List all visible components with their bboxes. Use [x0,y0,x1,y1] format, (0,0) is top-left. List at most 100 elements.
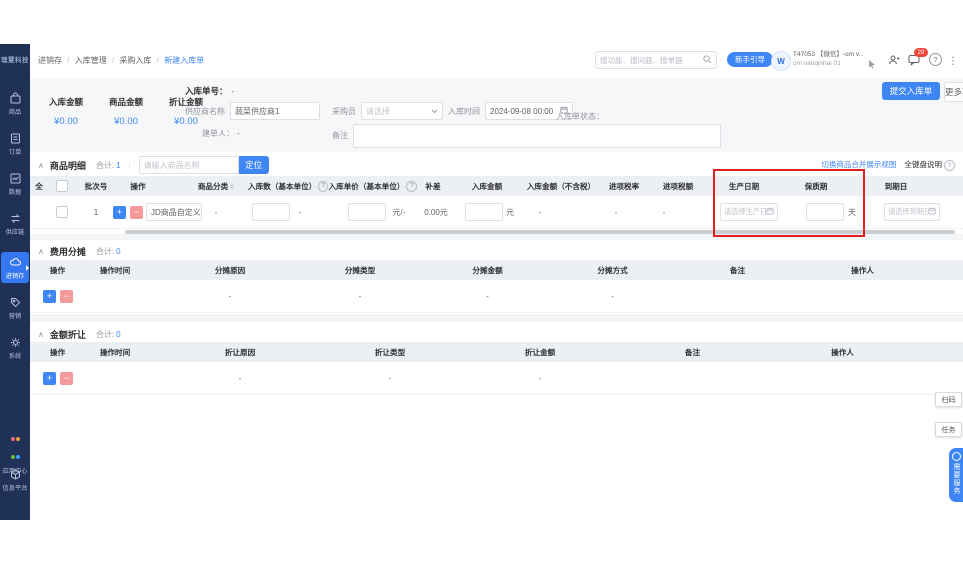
breadcrumb-item[interactable]: 采购入库 [119,56,151,65]
keyboard-help-link[interactable]: 全键盘说明 [905,160,943,169]
creator-field: 建单人： - [202,128,240,139]
prod-date-placeholder: 请选择生产日期 [724,207,766,216]
message-icon[interactable]: 29 [908,48,928,71]
locate-button[interactable]: 定位 [238,156,269,174]
sidebar-item-data[interactable]: 数据 [0,172,30,196]
order-summary-band: 入库金额 ¥0.00 商品金额 ¥0.00 折让金额 ¥0.00 入库单号： -… [30,78,963,152]
user-name: T47053 【微信】-om v... [793,51,863,58]
order-no-value: - [231,86,235,96]
subsidy-value: 0.00元 [424,207,448,217]
sidebar-item-inventory[interactable]: 进销存 [1,252,29,283]
remove-row-button[interactable]: − [60,371,73,385]
service-tab[interactable]: 需要服务 [949,448,963,502]
remark-textarea[interactable] [353,124,721,148]
prod-date-input[interactable]: 请选择生产日期 [720,203,778,221]
sidebar: 理慧科技 商品 订单 数据 供应链 进销存 营销 系统 应用中心 信息平台 [0,44,30,520]
sidebar-item-label: 供应链 [5,229,25,236]
fee-table-header: 操作 操作时间 分摊原因 分摊类型 分摊金额 分摊方式 备注 操作人 [30,260,963,280]
select-all-checkbox[interactable] [56,180,68,192]
product-section-title: 商品明细 [49,160,86,171]
sidebar-item-goods[interactable]: 商品 [0,92,30,116]
supplier-value: 蔬菜供应商1 [235,106,280,116]
sidebar-item-orders[interactable]: 订单 [0,132,30,156]
discount-reason: - [238,373,242,383]
supplier-field: 供应商名称 蔬菜供应商1 [185,102,320,120]
document-icon [0,132,30,145]
collapse-icon[interactable]: ∧ [38,161,44,170]
col-expire-date: 到期日 [884,181,908,191]
col-category[interactable]: 商品分类 [176,176,256,196]
search-placeholder: 搜功能、搜问题、搜单据 [600,55,683,65]
col-checkbox[interactable] [48,176,76,196]
more-actions-label: 更多功能 [945,87,963,97]
add-row-button[interactable]: + [43,289,56,303]
sidebar-item-system[interactable]: 系统 [0,336,30,360]
product-name-input[interactable]: JD商品自定义 [146,203,202,221]
sidebar-item-info-platform[interactable]: 信息平台 [0,468,30,492]
total-label: 合计: [95,160,115,170]
user-account: om vanqinhai 01 [793,60,841,67]
toggle-merge-view-link[interactable]: 切换商品合并展示视图 [821,160,896,169]
remove-row-button[interactable]: − [60,289,73,303]
fee-method: - [611,291,614,301]
discount-section-header: ∧ 金额折让 合计: 0 [30,324,963,344]
add-user-icon[interactable] [888,53,900,71]
col-operator: 操作人 [851,265,874,275]
qty-input[interactable] [252,203,290,221]
more-actions-button[interactable]: 更多功能 [944,82,963,102]
fee-amount: - [486,291,489,301]
collapse-icon[interactable]: ∧ [38,330,44,339]
tax-rate-value: - [614,207,618,217]
more-menu-icon[interactable]: ⋮ [948,51,958,69]
amount-input[interactable] [465,203,503,221]
col-reason: 折让原因 [224,347,256,357]
inbound-time-label: 入库时间 [448,106,480,116]
breadcrumb-item[interactable]: 进销存 [38,56,62,65]
col-remark: 备注 [729,265,746,275]
buyer-select[interactable]: 请选择 [361,102,443,120]
product-table-header: 全 批次号 操作 商品分类 入库数（基本单位）? 入库单价（基本单位）? 补差 … [30,176,963,196]
product-section-header: ∧ 商品明细 合计: 1 | 请输入商品名称 定位 切换商品合并展示视图 全键盘… [30,155,963,175]
expire-date-input[interactable]: 请选择到期日 [884,203,940,221]
sidebar-item-label: 系统 [8,353,22,360]
message-badge: 29 [914,48,928,57]
product-search-input[interactable]: 请输入商品名称 [138,156,239,174]
bag-icon [0,92,30,105]
tag-icon [0,296,30,309]
tax-amount-value: - [662,207,666,217]
task-button[interactable]: 任务 [935,422,962,437]
help-icon[interactable]: ? [929,53,942,66]
discount-table-row: + − - - - [30,362,963,395]
add-row-button[interactable]: + [113,205,126,219]
avatar[interactable]: W [771,51,791,71]
product-search-placeholder: 请输入商品名称 [143,160,200,170]
breadcrumb-item[interactable]: 入库管理 [75,56,107,65]
guide-button[interactable]: 新手引导 [727,52,773,67]
sidebar-item-supply-chain[interactable]: 供应链 [0,212,30,236]
user-info[interactable]: T47053 【微信】-om v... om vanqinhai 01 [793,50,863,68]
submit-inbound-button[interactable]: 提交入库单 [882,82,940,100]
collapse-icon[interactable]: ∧ [38,247,44,256]
scan-button[interactable]: 扫码 [935,392,962,407]
content-area: ∧ 商品明细 合计: 1 | 请输入商品名称 定位 切换商品合并展示视图 全键盘… [30,152,963,530]
row-checkbox[interactable] [56,206,68,218]
supplier-input[interactable]: 蔬菜供应商1 [230,102,320,120]
shelf-life-input[interactable] [806,203,844,221]
col-amount: 入库金额 [471,181,503,191]
info-icon: ? [944,160,955,172]
add-row-button[interactable]: + [43,371,56,385]
sort-icon [230,182,235,191]
col-op-time: 操作时间 [99,265,131,275]
col-operation: 操作 [49,265,66,275]
remove-row-button[interactable]: − [130,205,143,219]
sidebar-item-marketing[interactable]: 营销 [0,296,30,320]
price-input[interactable] [348,203,386,221]
section-divider [30,234,963,240]
metric-value: ¥0.00 [114,116,138,127]
remark-label: 备注 [332,131,348,140]
global-search-input[interactable]: 搜功能、搜问题、搜单据 [595,51,717,69]
category-value: - [214,207,218,217]
sidebar-item-label: 数据 [8,189,22,196]
col-operation: 操作 [49,347,66,357]
col-reason: 分摊原因 [214,265,246,275]
